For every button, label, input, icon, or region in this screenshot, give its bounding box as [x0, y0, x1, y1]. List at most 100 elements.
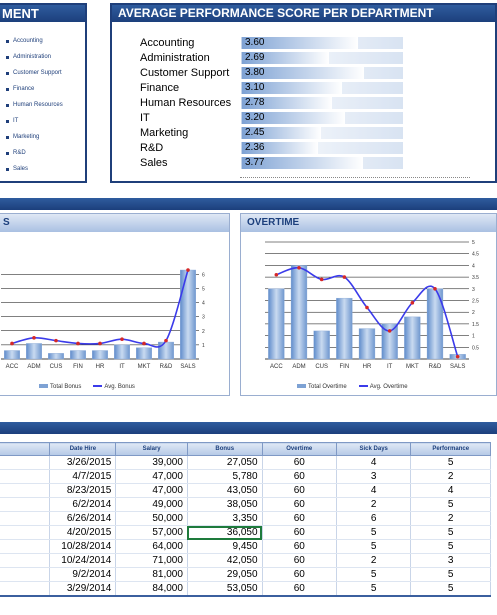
table-cell[interactable]: 2 [336, 553, 412, 568]
table-cell[interactable] [0, 581, 51, 597]
column-header[interactable]: Salary [115, 442, 188, 456]
table-cell[interactable] [0, 511, 51, 526]
department-item[interactable]: Administration [6, 49, 63, 65]
column-header[interactable]: Bonus [186, 442, 263, 456]
performance-row: Customer Support 3.80 [140, 65, 403, 80]
table-cell[interactable]: 57,000 [115, 525, 188, 540]
table-cell[interactable] [0, 469, 51, 484]
department-item[interactable]: Sales [6, 161, 63, 177]
department-list: Accounting Administration Customer Support… [6, 33, 63, 177]
table-cell[interactable]: 5,780 [187, 469, 263, 484]
table-cell[interactable]: 4/20/2015 [49, 525, 117, 540]
overtime-chart[interactable]: 0.5 1 1.5 2 2.5 3 3.5 4 4.5 5 ACC ADM CUS FIN HR IT MKT R… [241, 234, 496, 379]
table-cell[interactable]: 2 [336, 497, 412, 512]
table-cell[interactable]: 2 [410, 469, 491, 484]
table-cell[interactable]: 60 [262, 455, 338, 470]
table-cell[interactable]: 5 [410, 567, 491, 582]
table-cell[interactable]: 5 [410, 525, 491, 540]
column-header[interactable] [0, 442, 51, 456]
table-cell[interactable]: 36,050 [187, 525, 263, 540]
table-cell[interactable]: 8/23/2015 [49, 483, 117, 498]
table-cell[interactable]: 5 [336, 539, 412, 554]
table-cell[interactable] [0, 497, 51, 512]
table-cell[interactable]: 3/26/2015 [49, 455, 117, 470]
table-cell[interactable] [0, 525, 51, 540]
table-cell[interactable]: 60 [262, 553, 338, 568]
column-header[interactable]: Sick Days [336, 442, 412, 456]
table-cell[interactable]: 2 [410, 511, 491, 526]
table-cell[interactable]: 60 [262, 581, 338, 597]
department-item[interactable]: Finance [6, 81, 63, 97]
table-cell[interactable]: 71,000 [115, 553, 188, 568]
table-cell[interactable]: 6 [336, 511, 412, 526]
table-cell[interactable]: 3,350 [187, 511, 263, 526]
table-cell[interactable]: 27,050 [187, 455, 263, 470]
table-cell[interactable]: 3 [336, 469, 412, 484]
table-cell[interactable]: 81,000 [115, 567, 188, 582]
bonus-chart-panel[interactable]: S 1 2 3 4 5 6 ACC ADM CUS FIN HR IT MKT R&D SALS Total… [0, 213, 230, 396]
table-cell[interactable] [0, 553, 51, 568]
department-item[interactable]: Marketing [6, 129, 63, 145]
performance-value: 2.36 [245, 142, 265, 153]
table-cell[interactable]: 60 [262, 483, 338, 498]
column-header[interactable]: Date Hire [49, 442, 117, 456]
table-cell[interactable] [0, 567, 51, 582]
table-cell[interactable]: 60 [262, 539, 338, 554]
bonus-chart[interactable]: 1 2 3 4 5 6 ACC ADM CUS FIN HR IT MKT R&D SALS [0, 234, 229, 379]
table-cell[interactable]: 42,050 [187, 553, 263, 568]
table-cell[interactable]: 6/2/2014 [49, 497, 117, 512]
performance-department-name: Human Resources [140, 96, 232, 109]
table-cell[interactable]: 47,000 [115, 469, 188, 484]
department-item[interactable]: Human Resources [6, 97, 63, 113]
table-cell[interactable]: 9,450 [187, 539, 263, 554]
table-cell[interactable]: 10/28/2014 [49, 539, 117, 554]
department-item[interactable]: Customer Support [6, 65, 63, 81]
department-item[interactable]: R&D [6, 145, 63, 161]
table-cell[interactable] [0, 483, 51, 498]
table-cell[interactable]: 47,000 [115, 483, 188, 498]
table-cell[interactable]: 5 [410, 539, 491, 554]
table-cell[interactable] [0, 539, 51, 554]
table-cell[interactable]: 4 [336, 483, 412, 498]
table-cell[interactable]: 64,000 [115, 539, 188, 554]
department-item[interactable]: Accounting [6, 33, 63, 49]
table-cell[interactable]: 3/29/2014 [49, 581, 117, 597]
y-tick-label: 1 [472, 334, 475, 340]
table-cell[interactable]: 39,000 [115, 455, 188, 470]
table-cell[interactable]: 3 [410, 553, 491, 568]
table-cell[interactable]: 60 [262, 511, 338, 526]
table-cell[interactable]: 5 [336, 525, 412, 540]
table-cell[interactable]: 43,050 [187, 483, 263, 498]
table-cell[interactable]: 53,050 [187, 581, 263, 597]
table-cell[interactable]: 29,050 [187, 567, 263, 582]
department-item-label: Finance [13, 86, 35, 92]
table-cell[interactable]: 5 [336, 581, 412, 597]
overtime-chart-legend: Total Overtime Avg. Overtime [297, 384, 408, 390]
table-cell[interactable]: 5 [336, 567, 412, 582]
table-cell[interactable]: 9/2/2014 [49, 567, 117, 582]
table-cell[interactable]: 4 [410, 483, 491, 498]
table-cell[interactable]: 5 [410, 455, 491, 470]
table-cell[interactable]: 50,000 [115, 511, 188, 526]
table-cell[interactable]: 5 [410, 497, 491, 512]
table-cell[interactable] [0, 455, 51, 470]
overtime-chart-panel[interactable]: OVERTIME 0.5 1 1.5 2 2.5 3 3.5 4 4.5 5 ACC ADM CUS FI… [240, 213, 497, 396]
table-cell[interactable]: 49,000 [115, 497, 188, 512]
column-header[interactable]: Overtime [261, 442, 338, 456]
table-cell[interactable]: 4/7/2015 [49, 469, 117, 484]
table-cell[interactable]: 4 [336, 455, 412, 470]
table-cell[interactable]: 60 [262, 525, 338, 540]
y-tick-label: 2.5 [472, 299, 479, 305]
table-cell[interactable]: 6/26/2014 [49, 511, 117, 526]
table-cell[interactable]: 84,000 [115, 581, 188, 597]
table-cell[interactable]: 60 [262, 497, 338, 512]
table-cell[interactable]: 60 [262, 567, 338, 582]
department-item[interactable]: IT [6, 113, 63, 129]
line-point [387, 329, 392, 333]
table-cell[interactable]: 5 [410, 581, 491, 597]
table-cell[interactable]: 60 [262, 469, 338, 484]
y-tick-label: 4.5 [472, 252, 479, 258]
table-cell[interactable]: 38,050 [187, 497, 263, 512]
table-cell[interactable]: 10/24/2014 [49, 553, 117, 568]
column-header[interactable]: Performance [410, 442, 491, 456]
